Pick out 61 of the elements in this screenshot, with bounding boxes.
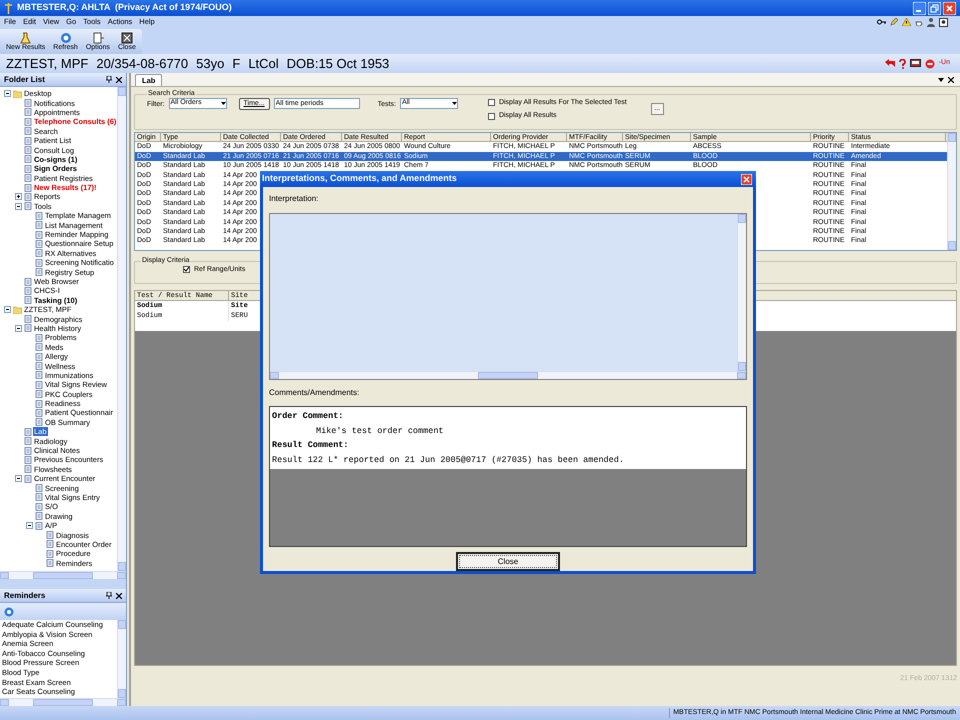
dialog-title: Interpretations, Comments, and Amendments	[262, 172, 457, 186]
restore-icon[interactable]	[928, 2, 941, 14]
scrollbar[interactable]	[270, 371, 746, 379]
warning-icon[interactable]	[902, 18, 911, 26]
scrollbar[interactable]	[117, 87, 126, 571]
patient-dob: DOB:15 Oct 1953	[286, 54, 390, 73]
collapse-icon[interactable]	[15, 324, 22, 332]
window-title: MBTESTER,Q: AHLTA (Privacy Act of 1974/FOUO)	[17, 1, 232, 14]
close-icon[interactable]	[948, 77, 954, 83]
folder-icon	[13, 90, 22, 98]
contact-card-icon[interactable]	[939, 18, 948, 26]
patient-id: 20/354-08-6770	[96, 54, 188, 73]
checkbox[interactable]	[488, 112, 495, 120]
close-icon[interactable]	[116, 76, 122, 82]
collapse-icon[interactable]	[4, 90, 11, 98]
scrollbar[interactable]	[0, 571, 126, 579]
patient-name: ZZTEST, MPF	[6, 54, 88, 73]
comment-heading: Order Comment:	[272, 410, 344, 423]
checkbox[interactable]	[488, 99, 495, 106]
back-arrow-icon[interactable]	[884, 59, 895, 68]
patient-rank: LtCol	[248, 54, 279, 73]
folder-icon	[13, 306, 22, 314]
patient-age: 53yo	[196, 54, 224, 73]
stop-icon[interactable]	[924, 58, 935, 68]
collapse-icon[interactable]	[26, 522, 33, 530]
comments-label: Comments/Amendments:	[269, 387, 360, 399]
refresh-icon[interactable]	[4, 606, 14, 616]
page-icon	[92, 32, 104, 44]
minimize-icon[interactable]	[913, 2, 926, 14]
refresh-icon	[60, 32, 72, 44]
flask-icon	[19, 32, 32, 44]
window-close-icon	[120, 32, 133, 44]
comment-heading: Result Comment:	[272, 439, 350, 452]
scrollbar[interactable]	[737, 214, 746, 371]
dropdown-icon	[220, 102, 226, 104]
close-button[interactable]: Close	[456, 552, 560, 571]
pin-icon[interactable]	[106, 592, 112, 599]
pin-icon[interactable]	[106, 76, 112, 83]
panel-title: Reminders	[4, 590, 46, 602]
interpretation-field[interactable]	[269, 213, 747, 380]
comment-text: Mike's test order comment	[315, 424, 445, 438]
collapse-icon[interactable]	[15, 202, 22, 210]
scrollbar[interactable]	[0, 698, 126, 706]
dropdown-icon	[452, 102, 457, 104]
comment-text: Result 122 L* reported on 21 Jun 2005@0717 (#27035) has been amended.	[272, 454, 625, 466]
patient-sex: F	[232, 54, 240, 73]
person-icon[interactable]	[927, 18, 935, 26]
checkbox[interactable]	[183, 266, 190, 274]
scrollbar[interactable]	[947, 133, 956, 250]
close-icon[interactable]	[116, 592, 122, 598]
help-icon[interactable]	[898, 58, 906, 68]
collapse-icon[interactable]	[15, 475, 22, 482]
collapse-icon[interactable]	[4, 306, 11, 314]
scrollbar[interactable]	[117, 620, 126, 698]
interpretation-label: Interpretation:	[269, 193, 320, 205]
dropdown-icon[interactable]	[938, 78, 944, 82]
monitor-icon[interactable]	[910, 59, 921, 68]
panel-title: Folder List	[4, 74, 45, 86]
expand-icon[interactable]	[15, 193, 22, 200]
key-icon[interactable]	[877, 18, 886, 26]
pen-icon[interactable]	[890, 18, 898, 26]
